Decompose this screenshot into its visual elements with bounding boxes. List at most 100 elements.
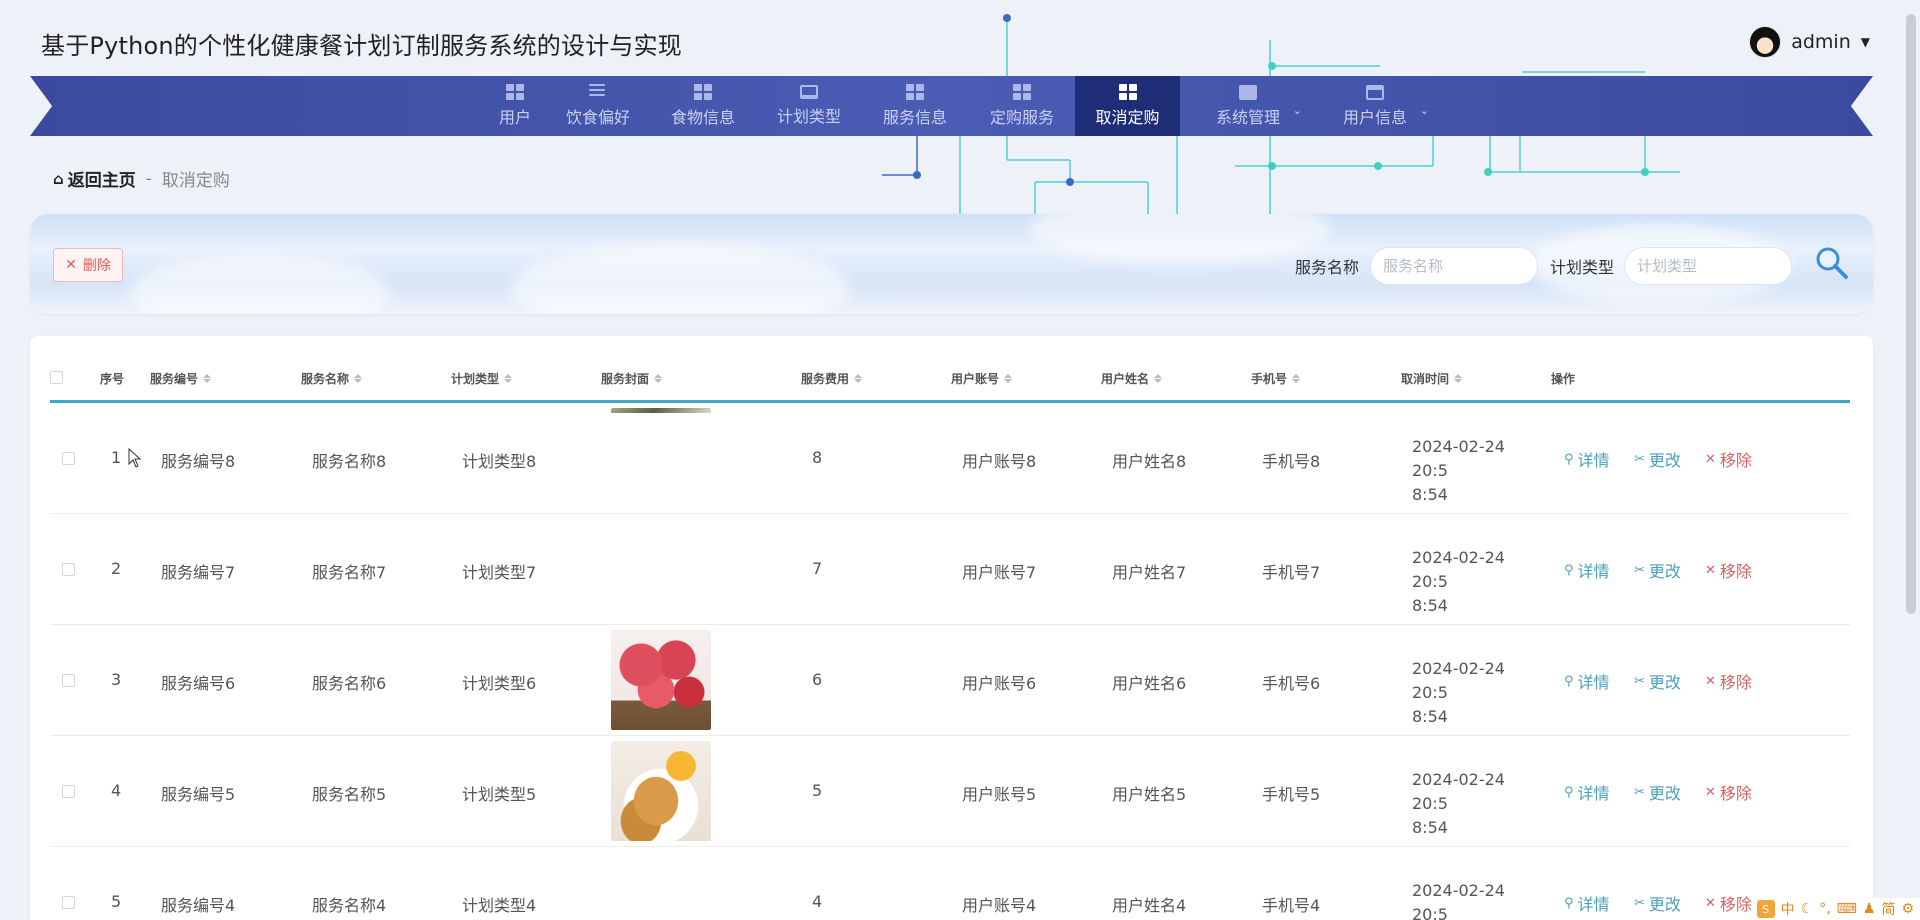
cell-index: 3 xyxy=(111,670,122,689)
nav-item-2[interactable]: 食物信息 xyxy=(658,76,748,136)
nav-item-4[interactable]: 服务信息 xyxy=(870,76,960,136)
edit-button[interactable]: ✂ 更改 xyxy=(1634,669,1681,693)
column-header-label: 服务封面 xyxy=(601,372,650,386)
cell-service-name: 服务名称4 xyxy=(312,896,387,915)
cell-plan-type: 计划类型4 xyxy=(462,896,537,915)
cell-service-no: 服务编号4 xyxy=(161,896,236,915)
sort-icon[interactable] xyxy=(1454,374,1463,383)
cover-image[interactable] xyxy=(611,741,711,841)
sort-icon[interactable] xyxy=(504,374,513,383)
nav-item-5[interactable]: 定购服务 xyxy=(976,76,1068,136)
column-header[interactable]: 服务编号 xyxy=(150,370,212,387)
column-header[interactable]: 取消时间 xyxy=(1401,370,1463,387)
nav-item-1[interactable]: 饮食偏好 xyxy=(553,76,643,136)
column-header-label: 服务费用 xyxy=(801,372,850,386)
column-header[interactable]: 手机号 xyxy=(1251,370,1301,387)
remove-button-label: 移除 xyxy=(1719,895,1752,914)
column-header-label: 用户姓名 xyxy=(1101,372,1150,386)
nav-item-label: 定购服务 xyxy=(989,108,1054,127)
row-checkbox[interactable] xyxy=(62,452,75,465)
cell-account: 用户账号5 xyxy=(962,785,1037,804)
delete-button[interactable]: ✕ 删除 xyxy=(53,248,123,282)
remove-button[interactable]: ✕ 移除 xyxy=(1705,447,1752,471)
sort-icon[interactable] xyxy=(203,374,212,383)
row-checkbox[interactable] xyxy=(62,896,75,909)
cell-plan-type: 计划类型7 xyxy=(462,563,537,582)
cell-phone: 手机号4 xyxy=(1262,896,1321,915)
edit-icon: ✂ xyxy=(1634,895,1645,911)
breadcrumb-separator: - xyxy=(145,168,152,189)
card-icon xyxy=(1366,84,1384,100)
remove-button-label: 移除 xyxy=(1719,562,1752,581)
detail-button[interactable]: ⚲ 详情 xyxy=(1564,669,1610,693)
row-checkbox[interactable] xyxy=(62,674,75,687)
remove-button[interactable]: ✕ 移除 xyxy=(1705,558,1752,582)
nav-item-7[interactable]: 系统管理 ⌄ xyxy=(1198,76,1302,136)
cell-phone: 手机号5 xyxy=(1262,785,1321,804)
column-header-label: 操作 xyxy=(1551,372,1576,386)
column-header[interactable]: 服务封面 xyxy=(601,370,663,387)
detail-button[interactable]: ⚲ 详情 xyxy=(1564,780,1610,804)
edit-button[interactable]: ✂ 更改 xyxy=(1634,891,1681,915)
sort-icon[interactable] xyxy=(1154,374,1163,383)
edit-button[interactable]: ✂ 更改 xyxy=(1634,558,1681,582)
cover-image[interactable] xyxy=(611,519,711,619)
chart-icon xyxy=(1239,84,1257,100)
search-icon[interactable] xyxy=(1813,244,1851,282)
nav-item-6[interactable]: 取消定购 xyxy=(1075,76,1180,136)
scrollbar[interactable] xyxy=(1906,14,1916,614)
column-header[interactable]: 用户姓名 xyxy=(1101,370,1163,387)
column-header[interactable]: 服务费用 xyxy=(801,370,863,387)
cover-image[interactable] xyxy=(611,630,711,730)
cell-cancel-time-line: 8:54 xyxy=(1412,485,1448,504)
row-checkbox[interactable] xyxy=(62,563,75,576)
ime-toolbar[interactable]: S 中 ☾ °, ⌨ ♟ 简 ⚙ xyxy=(1750,898,1920,920)
edit-button-label: 更改 xyxy=(1648,451,1681,470)
plan-type-input[interactable] xyxy=(1624,247,1792,285)
column-header[interactable]: 用户账号 xyxy=(951,370,1013,387)
user-menu[interactable]: admin ▼ xyxy=(1749,26,1870,58)
column-header[interactable]: 计划类型 xyxy=(451,370,513,387)
remove-button[interactable]: ✕ 移除 xyxy=(1705,669,1752,693)
select-all-checkbox[interactable] xyxy=(50,371,63,384)
table-row: 3 服务编号6 服务名称6 计划类型6 6 用户账号6 用户姓名6 手机号6 2024-02-2… xyxy=(50,625,1850,736)
sort-icon[interactable] xyxy=(854,374,863,383)
ime-logo-icon: S xyxy=(1756,900,1775,918)
list-icon xyxy=(589,84,607,100)
detail-button[interactable]: ⚲ 详情 xyxy=(1564,891,1610,915)
cell-name: 用户姓名8 xyxy=(1112,452,1187,471)
nav-item-0[interactable]: 用户 xyxy=(480,76,550,136)
column-header[interactable]: 服务名称 xyxy=(301,370,363,387)
sort-icon[interactable] xyxy=(354,374,363,383)
remove-button[interactable]: ✕ 移除 xyxy=(1705,780,1752,804)
detail-button[interactable]: ⚲ 详情 xyxy=(1564,558,1610,582)
sort-icon[interactable] xyxy=(1004,374,1013,383)
row-checkbox[interactable] xyxy=(62,785,75,798)
detail-button-label: 详情 xyxy=(1577,451,1610,470)
cover-image[interactable] xyxy=(611,408,711,508)
detail-icon: ⚲ xyxy=(1564,784,1574,800)
nav-item-3[interactable]: 计划类型 xyxy=(764,76,854,136)
nav-item-8[interactable]: 用户信息 ⌄ xyxy=(1325,76,1429,136)
nav-item-label: 系统管理 xyxy=(1215,107,1280,127)
close-icon: ✕ xyxy=(1705,562,1716,578)
cell-cancel-time: 2024-02-24 20:5 8:54 xyxy=(1412,768,1542,840)
column-header-label: 用户账号 xyxy=(951,372,1000,386)
nav-item-label: 用户 xyxy=(498,108,531,127)
close-icon: ✕ xyxy=(1705,784,1716,800)
keyboard-icon: ⌨ xyxy=(1836,901,1857,917)
remove-button[interactable]: ✕ 移除 xyxy=(1705,891,1752,915)
service-name-input[interactable] xyxy=(1370,247,1538,285)
cell-fee: 5 xyxy=(812,781,823,800)
column-header-label: 手机号 xyxy=(1251,372,1288,386)
breadcrumb-home[interactable]: ⌂ 返回主页 xyxy=(53,166,136,192)
edit-button[interactable]: ✂ 更改 xyxy=(1634,447,1681,471)
cell-fee: 8 xyxy=(812,448,823,467)
nav-item-label: 饮食偏好 xyxy=(565,108,630,127)
cell-service-no: 服务编号6 xyxy=(161,674,236,693)
sort-icon[interactable] xyxy=(1292,374,1301,383)
edit-button[interactable]: ✂ 更改 xyxy=(1634,780,1681,804)
cover-image[interactable] xyxy=(611,852,711,920)
detail-button[interactable]: ⚲ 详情 xyxy=(1564,447,1610,471)
sort-icon[interactable] xyxy=(654,374,663,383)
